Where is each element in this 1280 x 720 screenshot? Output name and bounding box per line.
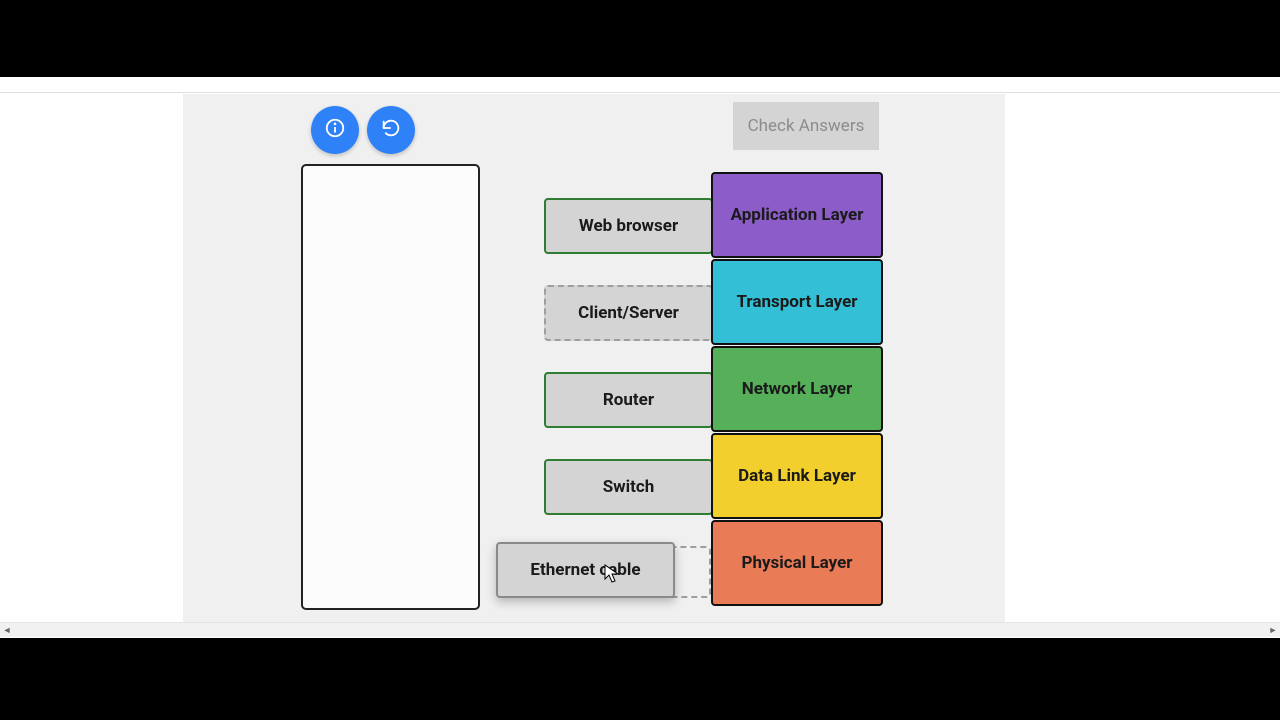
layer-physical: Physical Layer [711, 520, 883, 606]
layer-label: Physical Layer [742, 553, 853, 573]
drop-zone-transport[interactable]: Client/Server [544, 285, 713, 341]
refresh-icon [380, 117, 402, 143]
activity-panel: Check Answers Web browser Application La… [183, 94, 1005, 634]
top-rule [0, 92, 1280, 93]
info-icon [324, 117, 346, 143]
app-canvas: Check Answers Web browser Application La… [0, 77, 1280, 637]
info-button[interactable] [311, 106, 359, 154]
drop-zone-label: Switch [603, 477, 655, 497]
check-answers-button[interactable]: Check Answers [733, 102, 879, 150]
layer-transport: Transport Layer [711, 259, 883, 345]
drop-zone-application[interactable]: Web browser [544, 198, 713, 254]
horizontal-scrollbar[interactable]: ◄ ► [0, 622, 1280, 637]
dragging-card[interactable]: Ethernet cable [496, 542, 675, 598]
scroll-left-icon[interactable]: ◄ [0, 623, 14, 637]
source-card-area[interactable] [301, 164, 480, 610]
check-answers-label: Check Answers [748, 116, 865, 136]
layer-network: Network Layer [711, 346, 883, 432]
drop-zone-label: Router [603, 390, 654, 410]
drop-zone-datalink[interactable]: Switch [544, 459, 713, 515]
layer-application: Application Layer [711, 172, 883, 258]
dragging-card-label: Ethernet cable [530, 560, 640, 580]
drop-zone-label: Web browser [579, 216, 678, 236]
layer-label: Data Link Layer [738, 466, 856, 486]
layer-label: Transport Layer [736, 292, 857, 312]
letterbox-bottom [0, 638, 1280, 720]
drop-zone-label: Client/Server [578, 303, 679, 323]
scroll-right-icon[interactable]: ► [1266, 623, 1280, 637]
layer-datalink: Data Link Layer [711, 433, 883, 519]
reset-button[interactable] [367, 106, 415, 154]
layer-label: Network Layer [742, 379, 853, 399]
drop-zone-network[interactable]: Router [544, 372, 713, 428]
layer-label: Application Layer [731, 205, 864, 225]
letterbox-top [0, 0, 1280, 77]
